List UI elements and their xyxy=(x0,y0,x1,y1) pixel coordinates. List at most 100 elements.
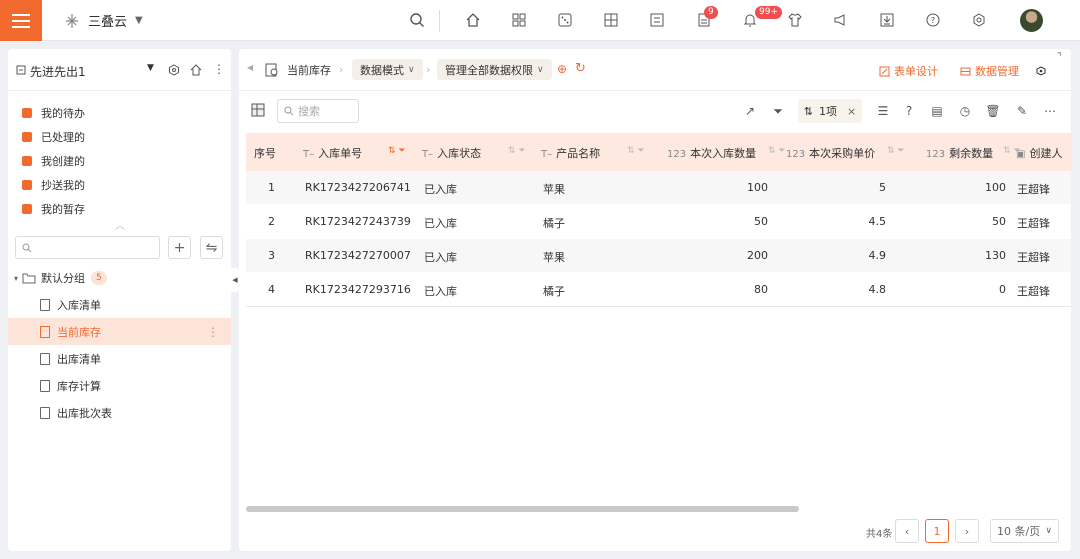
brand[interactable]: 三叠云 ▼ xyxy=(62,11,143,30)
cell-status: 已入库 xyxy=(424,285,457,298)
sidebar-item-current-stock[interactable]: 当前库存 ⋮ xyxy=(8,318,231,345)
table-row[interactable]: 1 RK1723427206741 已入库 苹果 100 5 100 王超锋 xyxy=(246,171,1071,205)
sort-filter-icon[interactable]: ⇅ ⏷ xyxy=(388,146,406,156)
sort-filter-icon[interactable]: ⇅ ⏷ xyxy=(508,146,526,156)
cell-remaining: 0 xyxy=(999,283,1006,296)
table-row[interactable]: 2 RK1723427243739 已入库 橘子 50 4.5 50 王超锋 xyxy=(246,205,1071,239)
column-header-product[interactable]: T– 产品名称 ⇅ ⏷ xyxy=(541,145,645,161)
settings-icon[interactable] xyxy=(168,64,180,76)
cell-receipt-no: RK1723427293716 xyxy=(305,283,411,296)
column-header-status[interactable]: T– 入库状态 ⇅ ⏷ xyxy=(422,145,526,161)
add-circle-icon[interactable]: ⊕ xyxy=(557,62,567,76)
chevron-up-icon[interactable]: ︿ xyxy=(115,217,125,232)
chevron-down-icon[interactable]: ▼ xyxy=(147,63,154,73)
chevron-down-icon[interactable]: ▼ xyxy=(135,15,143,26)
chevron-left-icon[interactable]: ◀ xyxy=(247,63,253,72)
settings-icon[interactable] xyxy=(1036,66,1046,76)
shirt-icon[interactable] xyxy=(786,11,804,29)
prev-page-button[interactable]: ‹ xyxy=(895,519,919,543)
document-badge: 9 xyxy=(704,6,718,19)
column-header-index[interactable]: 序号 xyxy=(254,145,276,161)
quick-item-todo[interactable]: 我的待办 xyxy=(22,101,85,125)
layout-icon[interactable] xyxy=(602,11,620,29)
print-icon[interactable]: ▤ xyxy=(930,104,944,118)
group-default[interactable]: ▾ 默认分组 5 xyxy=(14,270,107,286)
sidebar-item-outbound-list[interactable]: 出库清单 xyxy=(8,345,231,372)
swap-icon[interactable]: ⇋ xyxy=(200,236,223,259)
help-icon[interactable]: ? xyxy=(902,104,916,118)
search-icon xyxy=(22,243,32,253)
chevron-down-icon: ∨ xyxy=(408,64,415,75)
sort-filter-icon[interactable]: ⇅ ⏷ xyxy=(768,146,786,156)
column-header-unit-price[interactable]: 123 本次采购单价 ⇅ ⏷ xyxy=(786,145,905,161)
history-icon[interactable]: ◷ xyxy=(958,104,972,118)
sort-filter-icon[interactable]: ⇅ ⏷ xyxy=(887,146,905,156)
sort-chip[interactable]: ⇅ 1项 × xyxy=(798,99,862,123)
sidebar-item-inbound-list[interactable]: 入库清单 xyxy=(8,291,231,318)
chevron-right-icon: › xyxy=(426,63,431,76)
list-icon[interactable]: ☰ xyxy=(876,104,890,118)
data-table: 序号 T– 入库单号 ⇅ ⏷ T– 入库状态 ⇅ ⏷ T– 产品名称 ⇅ ⏷ 123 本次入库… xyxy=(246,133,1071,307)
permission-dropdown[interactable]: 管理全部数据权限 ∨ xyxy=(437,59,552,80)
brand-name: 三叠云 xyxy=(88,15,128,30)
apps-icon[interactable] xyxy=(510,11,528,29)
caret-down-icon[interactable]: ▾ xyxy=(14,274,18,283)
quick-item-cc[interactable]: 抄送我的 xyxy=(22,173,85,197)
menu-icon[interactable] xyxy=(0,0,42,41)
add-button[interactable]: + xyxy=(168,236,191,259)
table-row[interactable]: 3 RK1723427270007 已入库 苹果 200 4.9 130 王超锋 xyxy=(246,239,1071,273)
form-icon[interactable] xyxy=(648,11,666,29)
sidebar-item-stock-calc[interactable]: 库存计算 xyxy=(8,372,231,399)
home-icon[interactable] xyxy=(190,64,202,76)
horizontal-scrollbar[interactable] xyxy=(246,506,799,512)
settings-icon[interactable] xyxy=(970,11,988,29)
column-header-remaining[interactable]: 123 剩余数量 ⇅ ⏷ xyxy=(926,145,1021,161)
next-page-button[interactable]: › xyxy=(955,519,979,543)
close-icon[interactable]: × xyxy=(847,105,856,118)
cell-product: 苹果 xyxy=(543,183,565,196)
edit-icon[interactable]: ✎ xyxy=(1015,104,1029,118)
quick-item-created[interactable]: 我创建的 xyxy=(22,149,85,173)
sort-filter-icon[interactable]: ⇅ ⏷ xyxy=(627,146,645,156)
sidebar-collapse-handle[interactable]: ◀ xyxy=(231,268,239,292)
download-icon[interactable] xyxy=(878,11,896,29)
data-manage-button[interactable]: 数据管理 xyxy=(960,63,1019,79)
refresh-icon[interactable]: ↻ xyxy=(575,61,586,76)
form-design-button[interactable]: 表单设计 xyxy=(879,63,938,79)
permission-label: 管理全部数据权限 xyxy=(445,63,533,77)
quick-item-drafts[interactable]: 我的暂存 xyxy=(22,197,85,221)
delete-icon[interactable]: 🗑︎ xyxy=(985,104,1000,118)
cell-status: 已入库 xyxy=(424,183,457,196)
column-header-receipt-no[interactable]: T– 入库单号 ⇅ ⏷ xyxy=(303,145,406,161)
column-header-creator[interactable]: ▣ 创建人 xyxy=(1016,145,1062,161)
more-icon[interactable]: ⋮ xyxy=(207,325,219,339)
page-size-select[interactable]: 10 条/页 ∨ xyxy=(990,519,1059,543)
cell-receipt-no: RK1723427206741 xyxy=(305,181,411,194)
quick-item-processed[interactable]: 已处理的 xyxy=(22,125,85,149)
top-bar: 三叠云 ▼ 9 99+ ? xyxy=(0,0,1080,41)
sidebar-search-input[interactable] xyxy=(15,236,160,259)
sidebar-header: 先进先出1 ▼ ⋮ xyxy=(8,49,231,91)
quick-item-label: 我创建的 xyxy=(41,155,85,168)
layout-toggle-icon[interactable] xyxy=(251,103,265,117)
avatar[interactable] xyxy=(1020,9,1043,32)
help-icon[interactable]: ? xyxy=(924,11,942,29)
home-icon[interactable] xyxy=(464,11,482,29)
share-icon[interactable]: ↗ xyxy=(743,104,757,118)
dice-icon[interactable] xyxy=(556,11,574,29)
table-row[interactable]: 4 RK1723427293716 已入库 橘子 80 4.8 0 王超锋 xyxy=(246,273,1071,307)
column-header-inbound-qty[interactable]: 123 本次入库数量 ⇅ ⏷ xyxy=(667,145,786,161)
megaphone-icon[interactable] xyxy=(832,11,850,29)
more-icon[interactable]: ⋮ xyxy=(213,62,225,76)
user-icon xyxy=(22,156,32,166)
search-input[interactable]: 搜索 xyxy=(277,99,359,123)
expand-icon[interactable]: ⌝ xyxy=(1057,52,1062,63)
filter-icon[interactable]: ⏷ xyxy=(771,104,785,118)
mode-dropdown[interactable]: 数据模式 ∨ xyxy=(352,59,423,80)
more-icon[interactable]: ⋯ xyxy=(1043,104,1057,118)
sidebar-item-outbound-batch[interactable]: 出库批次表 xyxy=(8,399,231,426)
main-panel: ◀ 当前库存 › 数据模式 ∨ › 管理全部数据权限 ∨ ⊕ ↻ 表单设计 数据… xyxy=(239,49,1071,551)
breadcrumb-current[interactable]: 当前库存 xyxy=(287,59,331,80)
page-1-button[interactable]: 1 xyxy=(925,519,949,543)
search-icon[interactable] xyxy=(408,11,426,29)
